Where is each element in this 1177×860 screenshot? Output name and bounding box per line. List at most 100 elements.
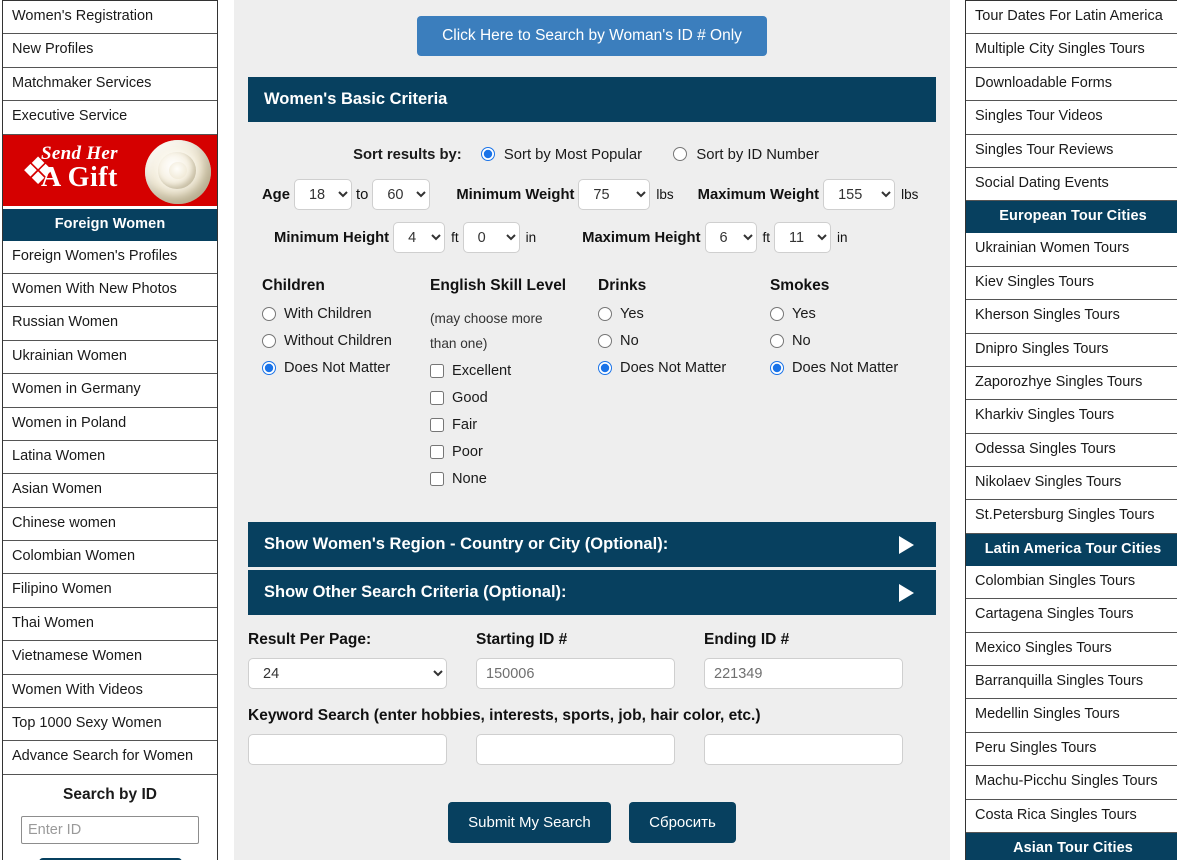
sidebar-item-filipino-women[interactable]: Filipino Women xyxy=(3,574,217,608)
sidebar-item-dnipro-singles-tours[interactable]: Dnipro Singles Tours xyxy=(966,334,1177,367)
sort-id-number-radio[interactable] xyxy=(673,147,688,161)
sidebar-item-tour-dates-for-latin-america[interactable]: Tour Dates For Latin America xyxy=(966,1,1177,35)
search-id-input[interactable] xyxy=(21,815,199,844)
sort-most-popular-radio[interactable] xyxy=(480,147,495,161)
sidebar-item-multiple-city-singles-tours[interactable]: Multiple City Singles Tours xyxy=(966,34,1177,68)
sidebar-item-asian-women[interactable]: Asian Women xyxy=(3,474,217,508)
drinks-option-yes[interactable]: Yes xyxy=(598,306,770,322)
sidebar-item-st-petersburg-singles-tours[interactable]: St.Petersburg Singles Tours xyxy=(966,500,1177,534)
english-none-checkbox[interactable] xyxy=(430,472,445,487)
age-max-select[interactable]: 4050607080 xyxy=(372,179,431,210)
smokes-option-no[interactable]: No xyxy=(769,333,936,349)
result-per-page-select[interactable]: 12243648 xyxy=(248,658,447,690)
smokes-no-radio[interactable] xyxy=(769,334,784,348)
sidebar-item-foreign-women-s-profiles[interactable]: Foreign Women's Profiles xyxy=(3,241,217,274)
reset-button[interactable]: Сбросить xyxy=(629,802,736,844)
region-section-bar[interactable]: Show Women's Region - Country or City (O… xyxy=(248,522,936,568)
sidebar-item-singles-tour-reviews[interactable]: Singles Tour Reviews xyxy=(966,135,1177,168)
drinks-yes-radio[interactable] xyxy=(598,307,613,321)
smokes-does-not-matter-radio[interactable] xyxy=(769,361,784,375)
english-excellent-checkbox[interactable] xyxy=(430,364,445,379)
smokes-option-does-not-matter[interactable]: Does Not Matter xyxy=(769,360,936,376)
sidebar-item-cartagena-singles-tours[interactable]: Cartagena Singles Tours xyxy=(966,599,1177,633)
sidebar-item-costa-rica-singles-tours[interactable]: Costa Rica Singles Tours xyxy=(966,800,1177,833)
english-option-excellent[interactable]: Excellent xyxy=(430,363,598,379)
drinks-option-no[interactable]: No xyxy=(598,333,770,349)
keyword-input-2[interactable] xyxy=(476,734,675,766)
min-weight-select[interactable]: 758595105115 xyxy=(578,179,651,210)
sidebar-item-women-with-new-photos[interactable]: Women With New Photos xyxy=(3,274,217,308)
sidebar-item-kherson-singles-tours[interactable]: Kherson Singles Tours xyxy=(966,300,1177,334)
smokes-option-yes[interactable]: Yes xyxy=(769,306,936,322)
sidebar-item-kiev-singles-tours[interactable]: Kiev Singles Tours xyxy=(966,267,1177,301)
english-option-good[interactable]: Good xyxy=(430,390,598,406)
sidebar-item-colombian-singles-tours[interactable]: Colombian Singles Tours xyxy=(966,566,1177,600)
smokes-yes-radio[interactable] xyxy=(769,307,784,321)
sidebar-item-downloadable-forms[interactable]: Downloadable Forms xyxy=(966,68,1177,102)
sidebar-item-nikolaev-singles-tours[interactable]: Nikolaev Singles Tours xyxy=(966,467,1177,501)
sidebar-item-ukrainian-women-tours[interactable]: Ukrainian Women Tours xyxy=(966,233,1177,267)
ending-id-input[interactable] xyxy=(704,658,903,690)
min-height-ft-select[interactable]: 456 xyxy=(393,222,446,253)
min-height-in-select[interactable]: 01234567891011 xyxy=(462,222,520,253)
children-option-without-children[interactable]: Without Children xyxy=(262,333,430,349)
keyword-input-3[interactable] xyxy=(704,734,903,766)
age-weight-row: Age 182025303540 to 4050607080 Minimum W… xyxy=(248,173,936,216)
sidebar-item-mexico-singles-tours[interactable]: Mexico Singles Tours xyxy=(966,633,1177,667)
sidebar-item-women-s-registration[interactable]: Women's Registration xyxy=(3,1,217,35)
starting-id-input[interactable] xyxy=(476,658,675,690)
submit-search-button[interactable]: Submit My Search xyxy=(448,802,611,844)
children-option-does-not-matter[interactable]: Does Not Matter xyxy=(262,360,430,376)
sidebar-item-matchmaker-services[interactable]: Matchmaker Services xyxy=(3,68,217,102)
sidebar-item-executive-service[interactable]: Executive Service xyxy=(3,101,217,135)
sidebar-item-latina-women[interactable]: Latina Women xyxy=(3,441,217,475)
drinks-no-radio[interactable] xyxy=(598,334,613,348)
keyword-input-1[interactable] xyxy=(248,734,447,766)
sidebar-item-odessa-singles-tours[interactable]: Odessa Singles Tours xyxy=(966,434,1177,468)
sidebar-item-machu-picchu-singles-tours[interactable]: Machu-Picchu Singles Tours xyxy=(966,766,1177,800)
children-option-with-children[interactable]: With Children xyxy=(262,306,430,322)
drinks-does-not-matter-radio[interactable] xyxy=(598,361,613,375)
max-height-in-select[interactable]: 01234567891011 xyxy=(774,222,832,253)
sidebar-item-women-in-poland[interactable]: Women in Poland xyxy=(3,408,217,441)
children-without-children-radio[interactable] xyxy=(262,334,276,348)
sidebar-item-singles-tour-videos[interactable]: Singles Tour Videos xyxy=(966,101,1177,135)
english-option-poor[interactable]: Poor xyxy=(430,444,598,460)
expand-arrow-icon[interactable] xyxy=(899,583,914,602)
english-option-none[interactable]: None xyxy=(430,471,598,487)
sidebar-item-ukrainian-women[interactable]: Ukrainian Women xyxy=(3,341,217,375)
send-her-a-gift-banner[interactable]: ❖ Send Her A Gift xyxy=(3,134,217,209)
basic-criteria-header: Women's Basic Criteria xyxy=(248,77,936,122)
age-min-select[interactable]: 182025303540 xyxy=(293,179,352,210)
search-by-id-only-button[interactable]: Click Here to Search by Woman's ID # Onl… xyxy=(417,16,767,56)
expand-arrow-icon[interactable] xyxy=(899,535,914,554)
sidebar-item-thai-women[interactable]: Thai Women xyxy=(3,608,217,642)
sidebar-item-women-with-videos[interactable]: Women With Videos xyxy=(3,675,217,709)
sidebar-item-zaporozhye-singles-tours[interactable]: Zaporozhye Singles Tours xyxy=(966,367,1177,401)
max-height-ft-select[interactable]: 456 xyxy=(704,222,757,253)
sidebar-item-social-dating-events[interactable]: Social Dating Events xyxy=(966,168,1177,202)
sidebar-item-russian-women[interactable]: Russian Women xyxy=(3,307,217,341)
drinks-option-does-not-matter[interactable]: Does Not Matter xyxy=(598,360,770,376)
sidebar-item-kharkiv-singles-tours[interactable]: Kharkiv Singles Tours xyxy=(966,400,1177,434)
sidebar-item-peru-singles-tours[interactable]: Peru Singles Tours xyxy=(966,733,1177,767)
english-fair-checkbox[interactable] xyxy=(430,418,445,433)
other-criteria-section-bar[interactable]: Show Other Search Criteria (Optional): xyxy=(248,570,936,616)
max-weight-select[interactable]: 125135145155165200 xyxy=(823,179,896,210)
sidebar-item-new-profiles[interactable]: New Profiles xyxy=(3,34,217,68)
sidebar-item-women-in-germany[interactable]: Women in Germany xyxy=(3,374,217,408)
sidebar-item-top-1000-sexy-women[interactable]: Top 1000 Sexy Women xyxy=(3,708,217,742)
sidebar-item-medellin-singles-tours[interactable]: Medellin Singles Tours xyxy=(966,699,1177,733)
sort-option-id-number[interactable]: Sort by ID Number xyxy=(668,147,819,163)
sidebar-item-chinese-women[interactable]: Chinese women xyxy=(3,508,217,542)
sidebar-item-barranquilla-singles-tours[interactable]: Barranquilla Singles Tours xyxy=(966,666,1177,700)
children-with-children-radio[interactable] xyxy=(262,307,276,321)
english-poor-checkbox[interactable] xyxy=(430,445,445,460)
children-does-not-matter-radio[interactable] xyxy=(262,361,276,375)
sidebar-item-colombian-women[interactable]: Colombian Women xyxy=(3,541,217,575)
english-good-checkbox[interactable] xyxy=(430,391,445,406)
sidebar-item-vietnamese-women[interactable]: Vietnamese Women xyxy=(3,641,217,675)
sort-option-most-popular[interactable]: Sort by Most Popular xyxy=(476,147,646,163)
english-option-fair[interactable]: Fair xyxy=(430,417,598,433)
sidebar-item-advance-search-for-women[interactable]: Advance Search for Women xyxy=(3,741,217,775)
